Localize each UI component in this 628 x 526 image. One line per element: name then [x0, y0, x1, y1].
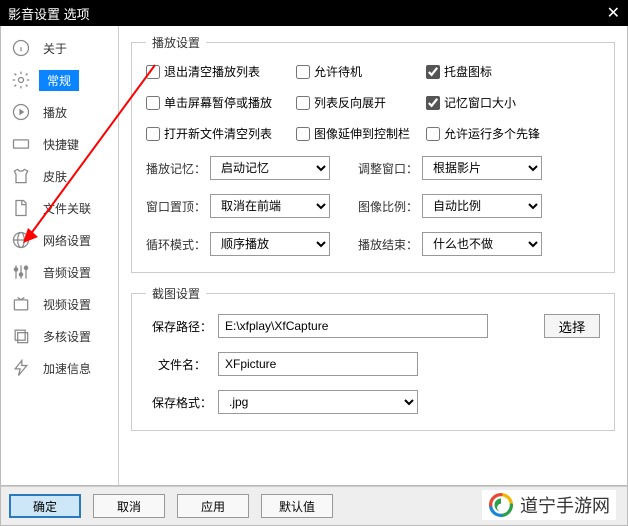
- select-save-format[interactable]: .jpg: [218, 390, 418, 414]
- info-icon: [11, 38, 31, 58]
- group-legend: 播放设置: [146, 34, 206, 51]
- sidebar-item-label: 皮肤: [39, 166, 71, 187]
- checkbox-row: 退出清空播放列表 允许待机 托盘图标: [146, 63, 600, 80]
- sidebar-item-label: 关于: [39, 38, 71, 59]
- bolt-icon: [11, 358, 31, 378]
- main-area: 关于 常规 播放 快捷键 皮肤 文件关联 网络设置 音频设置: [0, 26, 628, 486]
- input-save-path[interactable]: [218, 314, 488, 338]
- checkbox-tray-icon[interactable]: 托盘图标: [426, 63, 566, 80]
- checkbox-extend-image[interactable]: 图像延伸到控制栏: [296, 125, 426, 142]
- input-file-name[interactable]: [218, 352, 418, 376]
- checkbox-remember-size[interactable]: 记忆窗口大小: [426, 94, 566, 111]
- stack-icon: [11, 326, 31, 346]
- sidebar-item-network[interactable]: 网络设置: [1, 224, 118, 256]
- select-adjust-window[interactable]: 根据影片: [422, 156, 542, 180]
- browse-button[interactable]: 选择: [544, 314, 600, 338]
- checkbox-list-reverse[interactable]: 列表反向展开: [296, 94, 426, 111]
- label-adjust-window: 调整窗口：: [358, 160, 422, 177]
- checkbox-row: 单击屏幕暂停或播放 列表反向展开 记忆窗口大小: [146, 94, 600, 111]
- titlebar: 影音设置 选项 ✕: [0, 0, 628, 26]
- brand-logo-icon: [488, 492, 514, 518]
- sidebar-item-label: 视频设置: [39, 294, 95, 315]
- content-panel: 播放设置 退出清空播放列表 允许待机 托盘图标 单击屏幕暂停或播放 列表反向展开…: [119, 26, 627, 485]
- close-icon[interactable]: ✕: [607, 3, 620, 23]
- sidebar-item-label: 常规: [39, 70, 79, 91]
- window-title: 影音设置 选项: [8, 4, 90, 23]
- playback-settings-group: 播放设置 退出清空播放列表 允许待机 托盘图标 单击屏幕暂停或播放 列表反向展开…: [131, 34, 615, 273]
- sidebar-item-video[interactable]: 视频设置: [1, 288, 118, 320]
- brand-text: 道宁手游网: [520, 492, 610, 518]
- checkbox-click-pause[interactable]: 单击屏幕暂停或播放: [146, 94, 296, 111]
- label-save-format: 保存格式：: [146, 394, 218, 411]
- label-image-ratio: 图像比例：: [358, 198, 422, 215]
- sidebar-item-general[interactable]: 常规: [1, 64, 118, 96]
- label-loop-mode: 循环模式：: [146, 236, 210, 253]
- sidebar-item-label: 快捷键: [39, 134, 83, 155]
- sidebar-item-playback[interactable]: 播放: [1, 96, 118, 128]
- sidebar-item-label: 网络设置: [39, 230, 95, 251]
- ok-button[interactable]: 确定: [9, 494, 81, 518]
- file-link-icon: [11, 198, 31, 218]
- checkbox-multi-instance[interactable]: 允许运行多个先锋: [426, 125, 566, 142]
- sidebar-item-label: 音频设置: [39, 262, 95, 283]
- sidebar-item-skin[interactable]: 皮肤: [1, 160, 118, 192]
- checkbox-clear-on-open[interactable]: 打开新文件清空列表: [146, 125, 296, 142]
- select-image-ratio[interactable]: 自动比例: [422, 194, 542, 218]
- sidebar-item-label: 文件关联: [39, 198, 95, 219]
- sidebar-item-about[interactable]: 关于: [1, 32, 118, 64]
- equalizer-icon: [11, 262, 31, 282]
- label-window-top: 窗口置顶：: [146, 198, 210, 215]
- select-loop-mode[interactable]: 顺序播放: [210, 232, 330, 256]
- sidebar: 关于 常规 播放 快捷键 皮肤 文件关联 网络设置 音频设置: [1, 26, 119, 485]
- tv-icon: [11, 294, 31, 314]
- shirt-icon: [11, 166, 31, 186]
- select-play-end[interactable]: 什么也不做: [422, 232, 542, 256]
- label-save-path: 保存路径：: [146, 318, 218, 335]
- select-play-memory[interactable]: 启动记忆: [210, 156, 330, 180]
- label-file-name: 文件名：: [146, 356, 218, 373]
- apply-button[interactable]: 应用: [177, 494, 249, 518]
- globe-icon: [11, 230, 31, 250]
- checkbox-row: 打开新文件清空列表 图像延伸到控制栏 允许运行多个先锋: [146, 125, 600, 142]
- sidebar-item-label: 加速信息: [39, 358, 95, 379]
- checkbox-allow-standby[interactable]: 允许待机: [296, 63, 426, 80]
- sidebar-item-hotkey[interactable]: 快捷键: [1, 128, 118, 160]
- brand-watermark: 道宁手游网: [482, 490, 616, 520]
- screenshot-settings-group: 截图设置 保存路径： 选择 文件名： 保存格式： .jpg: [131, 285, 615, 431]
- group-legend: 截图设置: [146, 285, 206, 302]
- cancel-button[interactable]: 取消: [93, 494, 165, 518]
- label-play-memory: 播放记忆：: [146, 160, 210, 177]
- default-button[interactable]: 默认值: [261, 494, 333, 518]
- sidebar-item-assoc[interactable]: 文件关联: [1, 192, 118, 224]
- sidebar-item-audio[interactable]: 音频设置: [1, 256, 118, 288]
- gear-icon: [11, 70, 31, 90]
- label-play-end: 播放结束：: [358, 236, 422, 253]
- checkbox-clear-on-exit[interactable]: 退出清空播放列表: [146, 63, 296, 80]
- sidebar-item-multicore[interactable]: 多核设置: [1, 320, 118, 352]
- play-icon: [11, 102, 31, 122]
- sidebar-item-label: 多核设置: [39, 326, 95, 347]
- sidebar-item-accel[interactable]: 加速信息: [1, 352, 118, 384]
- sidebar-item-label: 播放: [39, 102, 71, 123]
- select-window-top[interactable]: 取消在前端: [210, 194, 330, 218]
- keyboard-icon: [11, 134, 31, 154]
